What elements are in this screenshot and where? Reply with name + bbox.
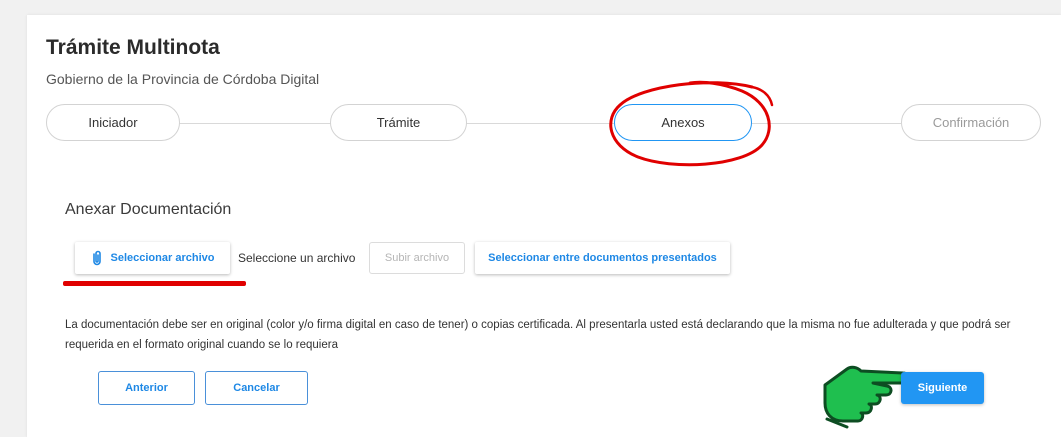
step-label: Confirmación [932,115,1010,130]
step-iniciador[interactable]: Iniciador [46,104,180,141]
step-anexos[interactable]: Anexos [614,104,752,141]
step-confirmacion: Confirmación [901,104,1041,141]
section-title: Anexar Documentación [65,201,232,218]
paperclip-icon [92,250,101,266]
cancel-label: Cancelar [233,382,280,394]
next-label: Siguiente [917,382,968,394]
stepper-connector [466,123,614,124]
stepper-connector [751,123,901,124]
back-label: Anterior [125,382,168,394]
tramite-card: Trámite Multinota Gobierno de la Provinc… [27,15,1061,437]
pointing-hand-icon [823,365,910,429]
disclaimer-text: La documentación debe ser en original (c… [65,319,1011,351]
upload-file-button[interactable]: Subir archivo [369,242,465,274]
page-title: Trámite Multinota [46,36,220,59]
upload-file-label: Subir archivo [384,252,450,264]
step-tramite[interactable]: Trámite [330,104,467,141]
cancel-button[interactable]: Cancelar [205,371,308,405]
select-presented-label: Seleccionar entre documentos presentados [488,252,717,264]
step-label: Iniciador [88,115,138,130]
stepper-connector [179,123,331,124]
back-button[interactable]: Anterior [98,371,195,405]
annotation-underline [63,281,246,286]
file-status-text: Seleccione un archivo [238,251,356,265]
select-file-label: Seleccionar archivo [110,252,215,264]
page-subtitle: Gobierno de la Provincia de Córdoba Digi… [46,71,320,87]
next-button[interactable]: Siguiente [901,372,984,404]
step-label: Anexos [661,115,705,130]
step-label: Trámite [376,115,421,130]
select-file-button[interactable]: Seleccionar archivo [75,242,230,274]
select-presented-documents-button[interactable]: Seleccionar entre documentos presentados [475,242,730,274]
